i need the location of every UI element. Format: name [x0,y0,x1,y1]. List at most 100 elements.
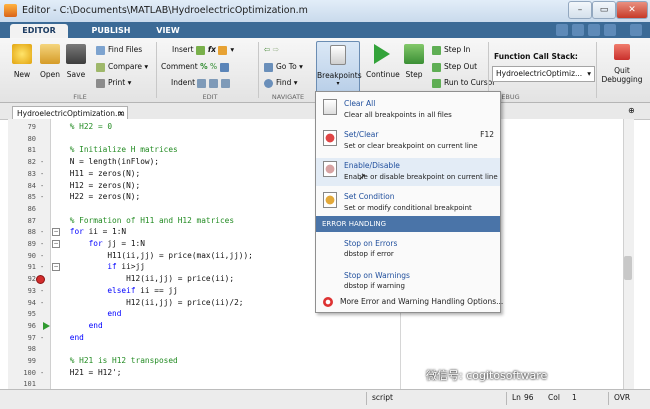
step-out-button[interactable]: Step Out [432,62,477,72]
breakpoints-icon [330,45,346,65]
call-stack-dropdown[interactable]: HydroelectricOptimiz... ▾ [492,66,595,82]
undo-icon[interactable] [556,24,568,36]
code-line[interactable]: % Formation of H11 and H12 matrices [51,215,234,227]
line-number: 96 [524,393,534,402]
step-in-button[interactable]: Step In [432,45,470,55]
code-lines: % H22 = 0 % Initialize H matrices N = le… [51,119,313,389]
minimize-button[interactable]: – [568,1,592,19]
menu-desc: Clear all breakpoints in all files [344,111,452,119]
menu-item-set-condition[interactable]: Set Condition Set or modify conditional … [316,189,500,217]
executable-line-marker[interactable]: - [40,191,44,203]
compare-button[interactable]: Compare ▾ [96,62,148,72]
run-to-cursor-button[interactable]: Run to Cursor [432,78,495,88]
executable-line-marker[interactable]: - [40,332,44,344]
code-line[interactable]: H12(ii,jj) = price(ii); [51,273,234,285]
menu-title: Stop on Warnings [344,271,410,280]
tab-publish[interactable]: PUBLISH [80,24,142,38]
conditional-breakpoint-icon [323,192,337,208]
fold-toggle-icon[interactable]: − [52,263,60,272]
document-tab[interactable]: HydroelectricOptimization.m × [12,106,128,120]
status-bar: script Ln 96 Col 1 OVR [0,389,650,409]
quit-debugging-button[interactable]: Quit Debugging [600,44,644,84]
enable-disable-icon [323,161,337,177]
code-line[interactable]: elseif ii == jj [51,285,177,297]
open-button[interactable]: Open [38,44,62,79]
go-to-icon [264,62,273,72]
find-files-icon [96,45,105,55]
executable-line-marker[interactable]: - [40,226,44,238]
find-label: Find [276,78,292,87]
back-forward-buttons[interactable]: ⇦ ⇨ [264,45,279,54]
line-number: 100 [23,368,36,377]
line-number: 91 [27,263,36,272]
menu-item-stop-on-warnings[interactable]: Stop on Warnings dbstop if warning [316,268,500,294]
close-button[interactable]: ✕ [616,1,648,19]
continue-label: Continue [366,70,400,79]
redo-icon[interactable] [572,24,584,36]
executable-line-marker[interactable]: - [40,250,44,262]
expand-icon[interactable] [630,24,642,36]
line-number: 93 [27,286,36,295]
code-line[interactable]: H12(ii,jj) = price(ii)/2; [51,297,243,309]
menu-item-clear-all[interactable]: Clear All Clear all breakpoints in all f… [316,96,500,124]
line-number: 95 [27,310,36,319]
breakpoint-icon[interactable] [36,275,45,285]
continue-button[interactable]: Continue [366,44,400,79]
clear-all-icon [323,99,337,115]
search-icon[interactable] [604,24,616,36]
insert-button[interactable]: Insert fx ▾ [172,45,234,55]
current-line-arrow-icon [43,321,50,330]
code-line[interactable]: % Initialize H matrices [51,144,178,156]
separator [488,42,489,98]
dropdown-arrow-icon: ▾ [336,80,340,87]
breakpoints-button[interactable]: Breakpoints ▾ [316,41,362,93]
menu-item-enable-disable[interactable]: Enable/Disable Enable or disable breakpo… [316,158,500,186]
call-stack-value: HydroelectricOptimiz... [496,69,583,78]
executable-line-marker[interactable]: - [40,297,44,309]
tab-view[interactable]: VIEW [146,24,190,38]
executable-line-marker[interactable]: - [40,180,44,192]
go-to-button[interactable]: Go To ▾ [264,62,303,72]
save-button[interactable]: Save [64,44,88,79]
executable-line-marker[interactable]: - [40,261,44,273]
overwrite-indicator: OVR [614,393,631,402]
insert-label: Insert [172,45,194,54]
help-icon[interactable] [588,24,600,36]
menu-item-more-options[interactable]: More Error and Warning Handling Options.… [316,296,503,310]
code-line[interactable]: % H21 is H12 transposed [51,355,178,367]
indent-button[interactable]: Indent [171,78,233,88]
go-to-label: Go To [276,62,297,71]
fold-toggle-icon[interactable]: − [52,228,60,237]
comment-button[interactable]: Comment % % [161,62,232,72]
print-button[interactable]: Print ▾ [96,78,131,88]
comment-label: Comment [161,62,198,71]
find-button[interactable]: Find ▾ [264,78,298,88]
vertical-scrollbar[interactable] [623,119,634,389]
executable-line-marker[interactable]: - [40,285,44,297]
maximize-button[interactable]: ▭ [592,1,616,19]
navigate-group-label: NAVIGATE [271,93,305,101]
find-icon [264,78,273,88]
menu-item-set-clear[interactable]: Set/Clear Set or clear breakpoint on cur… [316,127,500,155]
increase-indent-icon [209,78,219,88]
scrollbar-thumb[interactable] [624,256,632,280]
tab-options-icon[interactable]: ⊕ [628,106,635,115]
menu-desc: Enable or disable breakpoint on current … [344,173,498,181]
executable-line-marker[interactable]: - [40,238,44,250]
find-files-button[interactable]: Find Files [96,45,142,55]
new-icon [12,44,32,64]
executable-line-marker[interactable]: - [40,168,44,180]
title-bar: Editor - C:\Documents\MATLAB\Hydroelectr… [0,0,650,23]
gutter-lines: 79 80 81 82-83-84-85-86 87 88- −89- −90-91- −92 9… [8,119,68,389]
fold-toggle-icon[interactable]: − [52,240,60,248]
column-number: 1 [572,393,577,402]
step-button[interactable]: Step [402,44,426,79]
new-button[interactable]: New [10,44,34,79]
decrease-indent-icon [221,78,231,88]
tab-editor[interactable]: EDITOR [10,24,68,38]
executable-line-marker[interactable]: - [40,156,44,168]
menu-item-stop-on-errors[interactable]: Stop on Errors dbstop if error [316,236,500,262]
watermark: 微信号: cogitosoftware [426,369,548,382]
executable-line-marker[interactable]: - [40,367,44,379]
code-line[interactable]: H11(ii,jj) = price(max(ii,jj)); [51,250,253,262]
